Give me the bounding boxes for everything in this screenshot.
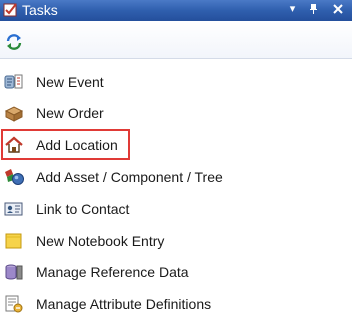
task-add-asset[interactable]: Add Asset / Component / Tree <box>0 163 352 191</box>
panel-title-bar: Tasks ▾ <box>0 0 352 21</box>
close-button[interactable] <box>330 2 345 17</box>
panel-menu-dropdown-button[interactable]: ▾ <box>285 2 300 17</box>
task-label: Link to Contact <box>36 201 130 217</box>
task-manage-attribute-definitions[interactable]: Manage Attribute Definitions <box>0 290 352 318</box>
panel-title: Tasks <box>22 2 58 18</box>
task-new-event[interactable]: New Event <box>0 68 352 96</box>
notebook-icon <box>5 233 22 249</box>
task-label: Manage Attribute Definitions <box>36 296 212 312</box>
tasks-checkbox-icon <box>3 3 17 17</box>
contact-card-icon <box>4 202 23 216</box>
task-label: Add Location <box>36 137 118 153</box>
new-event-icon <box>4 74 23 89</box>
task-link-to-contact[interactable]: Link to Contact <box>0 195 352 223</box>
close-icon <box>332 4 343 14</box>
task-new-order[interactable]: New Order <box>0 99 352 127</box>
task-new-notebook-entry[interactable]: New Notebook Entry <box>0 227 352 255</box>
task-label: New Event <box>36 74 104 90</box>
database-icon <box>5 264 23 280</box>
task-label: Add Asset / Component / Tree <box>36 169 223 185</box>
house-icon <box>5 136 23 153</box>
new-order-icon <box>4 106 24 122</box>
task-manage-reference-data[interactable]: Manage Reference Data <box>0 258 352 286</box>
task-label: New Notebook Entry <box>36 233 165 249</box>
refresh-icon[interactable] <box>4 32 24 52</box>
attribute-definitions-icon <box>5 295 23 313</box>
task-label: Manage Reference Data <box>36 264 189 280</box>
pin-icon <box>310 4 317 14</box>
asset-icon <box>5 169 24 185</box>
pin-button[interactable] <box>306 2 321 17</box>
task-label: New Order <box>36 105 104 121</box>
panel-toolbar <box>0 21 352 59</box>
task-add-location[interactable]: Add Location <box>0 131 352 159</box>
